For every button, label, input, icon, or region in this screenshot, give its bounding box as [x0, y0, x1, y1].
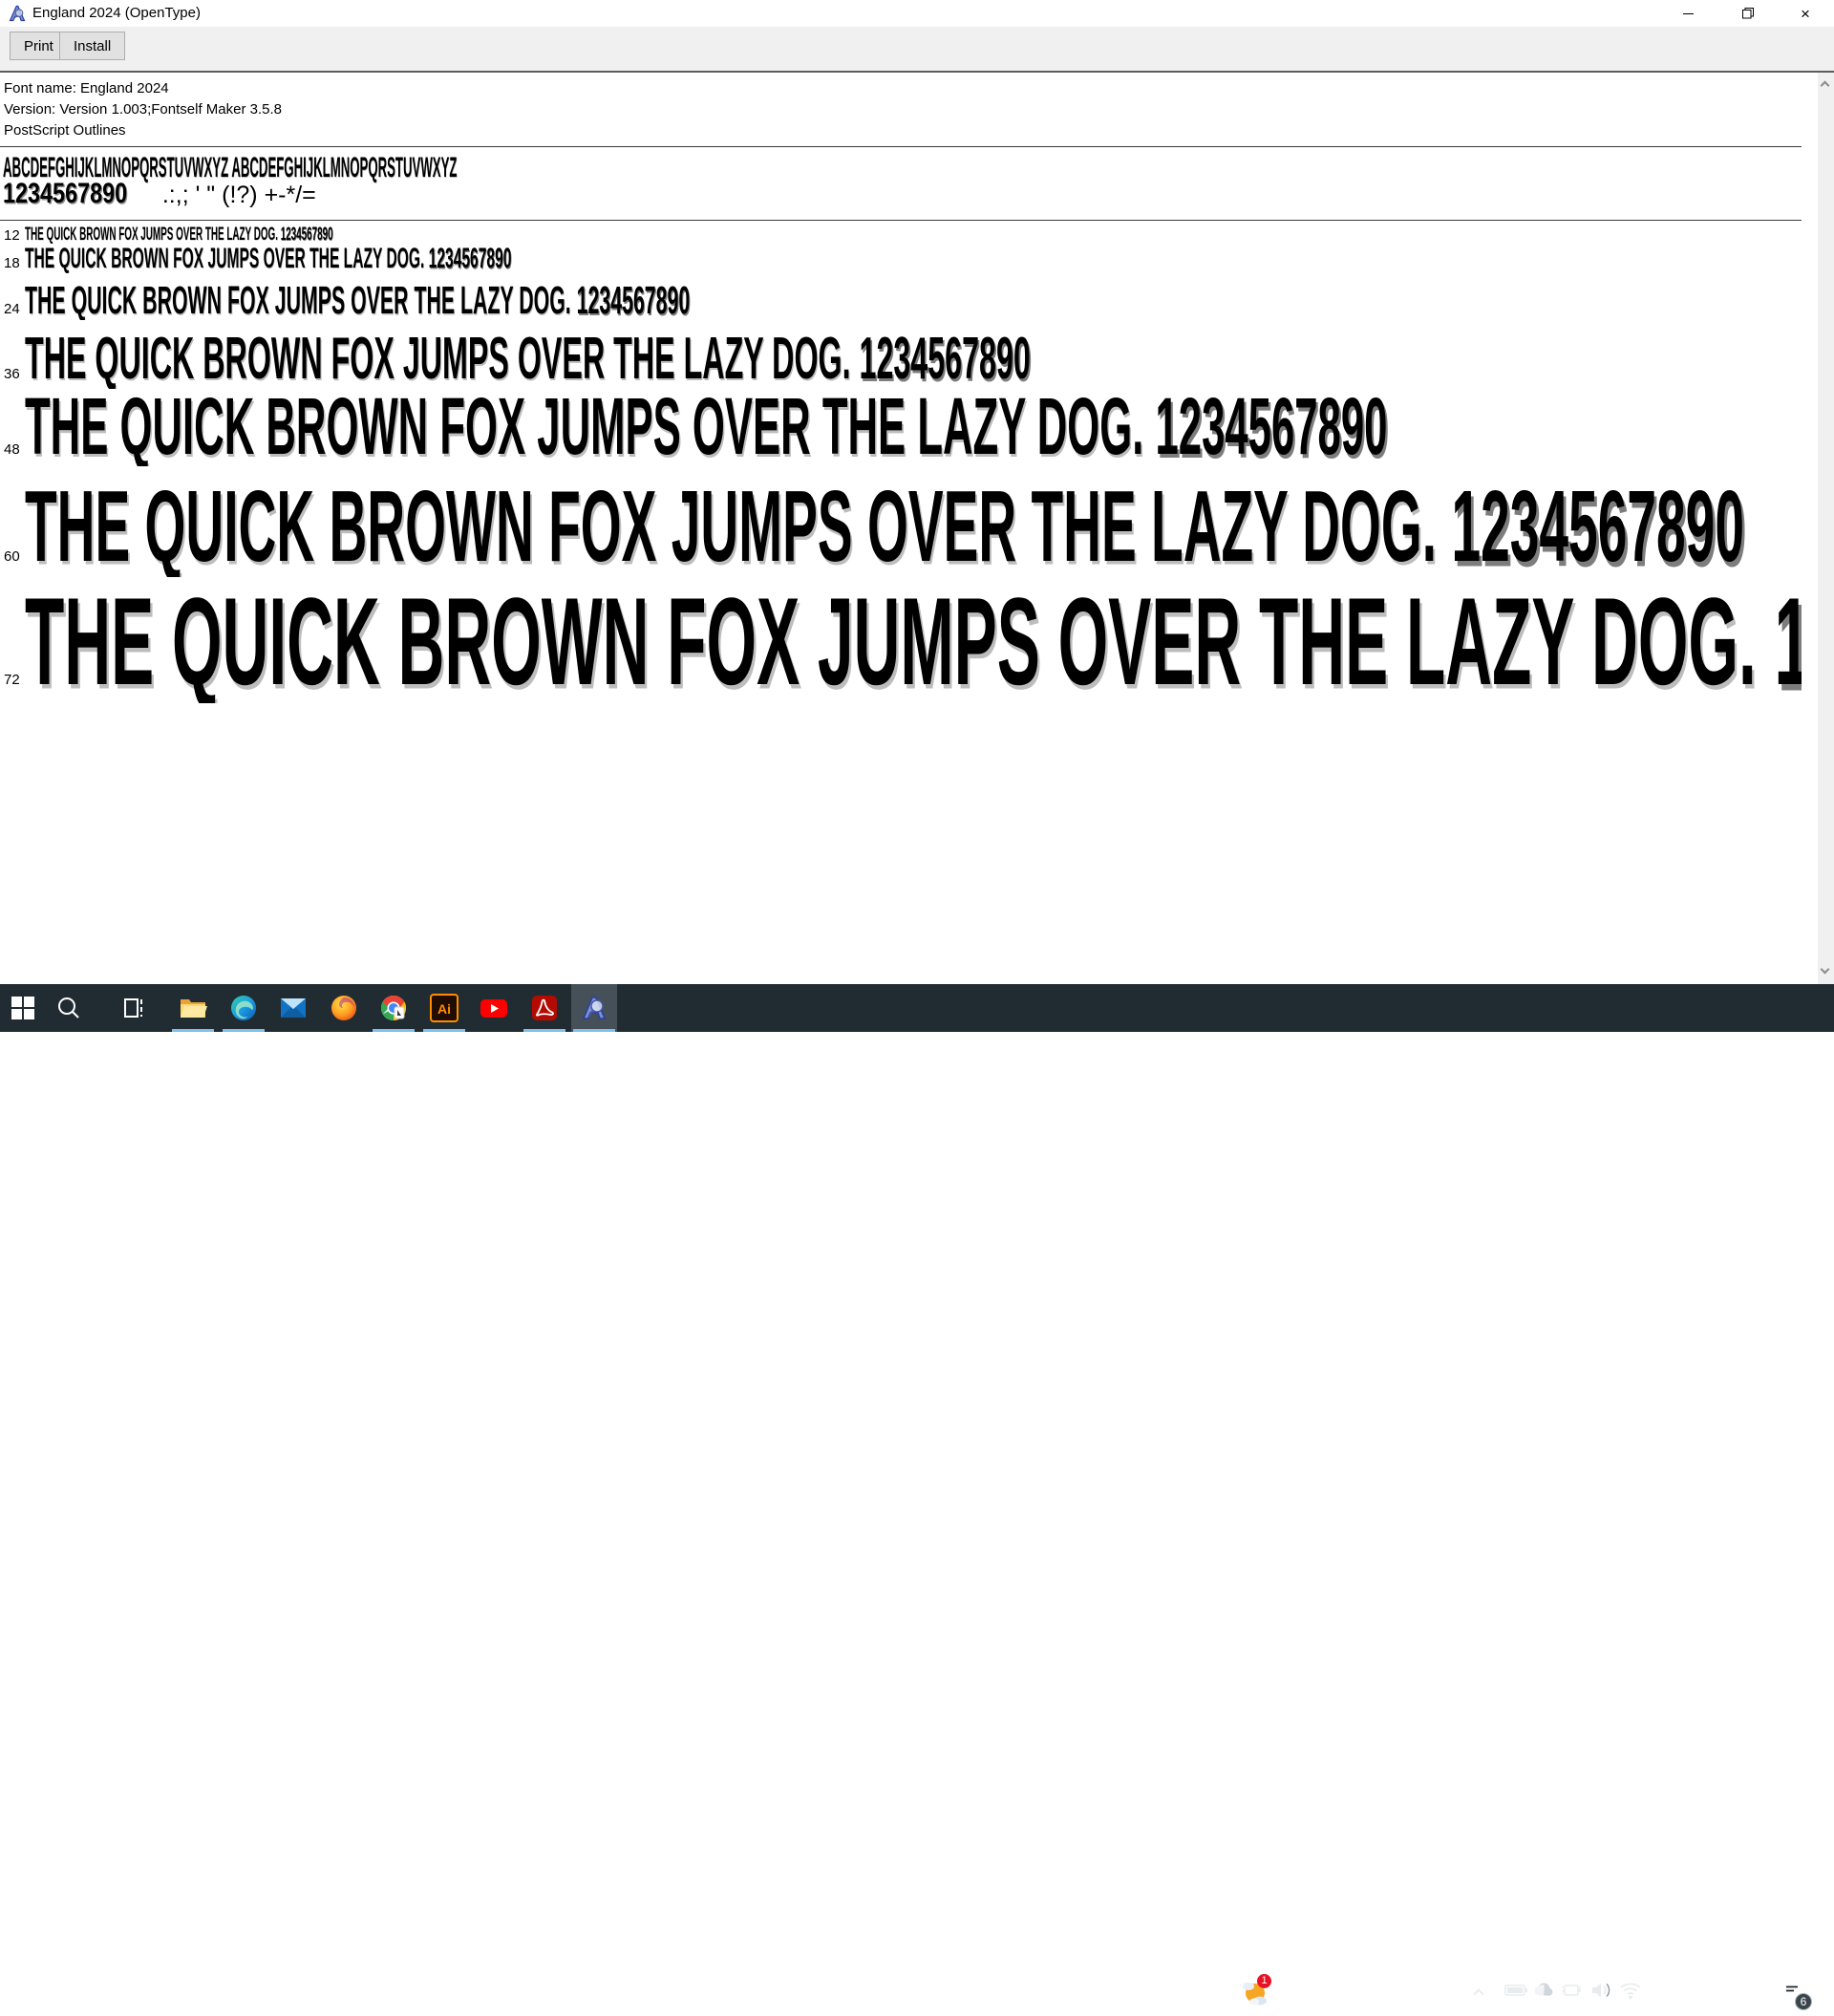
font-preview-area: Font name: England 2024 Version: Version… [0, 73, 1834, 984]
sample-text: THE QUICK BROWN FOX JUMPS OVER THE LAZY … [25, 245, 512, 273]
clock-widget[interactable]: 15:51 28/05/2024 [1689, 1972, 1767, 2012]
close-icon: × [1801, 4, 1810, 23]
size-label: 60 [4, 548, 20, 565]
sample-row-36: 36 THE QUICK BROWN FOX JUMPS OVER THE LA… [0, 330, 1802, 389]
taskbar: Ai 1 33°C Sebagian cerah ✎ 15:51 28/05/2… [0, 984, 1834, 2010]
phone-link-status[interactable] [1559, 1978, 1584, 2003]
sample-text: THE QUICK BROWN FOX JUMPS OVER THE LAZY … [25, 476, 1744, 577]
clock-date: 28/05/2024 [1692, 1994, 1764, 2010]
taskbar-app-acrobat[interactable] [522, 984, 567, 1032]
windows-logo-icon [11, 997, 34, 1019]
charset-digits-punct: 1234567890.:,; ' " (!?) +-*/= [3, 178, 316, 209]
taskbar-app-mail[interactable] [270, 984, 316, 1032]
restore-icon [1742, 8, 1754, 19]
sample-text: THE QUICK BROWN FOX JUMPS OVER THE LAZY … [25, 330, 1031, 389]
weather-description[interactable]: Sebagian cerah [1330, 1968, 1430, 2016]
title-bar: England 2024 (OpenType) × [0, 0, 1834, 27]
task-view-button[interactable] [111, 984, 157, 1032]
network-status[interactable] [1618, 1978, 1643, 2003]
scroll-up-icon[interactable] [1820, 80, 1830, 91]
pen-icon: ✎ [1658, 1982, 1674, 2002]
chrome-icon [380, 995, 407, 1021]
illustrator-icon: Ai [430, 994, 458, 1022]
sample-text: THE QUICK BROWN FOX JUMPS OVER THE LAZY … [25, 386, 1388, 466]
size-label: 36 [4, 366, 20, 382]
font-version-line: Version: Version 1.003;Fontself Maker 3.… [4, 101, 282, 118]
vertical-scrollbar[interactable] [1818, 73, 1834, 984]
sample-text: THE QUICK BROWN FOX JUMPS OVER THE LAZY … [25, 225, 333, 244]
sample-row-60: 60 THE QUICK BROWN FOX JUMPS OVER THE LA… [0, 476, 1802, 577]
font-viewer-icon [582, 997, 607, 1019]
size-label: 12 [4, 227, 20, 244]
weather-alert-badge: 1 [1257, 1974, 1271, 1988]
divider-line [0, 220, 1802, 221]
mail-icon [281, 998, 306, 1018]
sample-row-24: 24 THE QUICK BROWN FOX JUMPS OVER THE LA… [0, 281, 1802, 320]
taskbar-app-chrome[interactable] [371, 984, 416, 1032]
taskbar-app-illustrator[interactable]: Ai [421, 984, 467, 1032]
windows-ink-workspace[interactable]: ✎ [1658, 1968, 1673, 2016]
search-button[interactable] [46, 984, 92, 1032]
chevron-up-icon [1473, 1987, 1484, 2000]
svg-text:Ai: Ai [437, 1001, 451, 1017]
edge-icon [231, 996, 256, 1020]
taskbar-app-file-explorer[interactable] [170, 984, 216, 1032]
scroll-down-icon[interactable] [1820, 964, 1830, 976]
sample-row-12: 12 THE QUICK BROWN FOX JUMPS OVER THE LA… [0, 225, 1802, 244]
restore-button[interactable] [1726, 0, 1770, 27]
sample-row-72: 72 THE QUICK BROWN FOX JUMPS OVER THE LA… [0, 579, 1802, 703]
taskbar-app-font-viewer[interactable] [571, 984, 617, 1032]
firefox-icon [331, 996, 356, 1020]
sample-row-48: 48 THE QUICK BROWN FOX JUMPS OVER THE LA… [0, 386, 1802, 466]
size-label: 24 [4, 301, 20, 317]
taskbar-app-firefox[interactable] [321, 984, 367, 1032]
divider-line [0, 146, 1802, 147]
search-icon [58, 997, 79, 1019]
size-label: 72 [4, 672, 20, 688]
acrobat-icon [532, 996, 557, 1020]
phone-link-icon [1561, 1984, 1582, 1996]
task-view-icon [124, 998, 142, 1018]
taskbar-app-edge[interactable] [221, 984, 267, 1032]
onedrive-status[interactable] [1531, 1978, 1556, 2003]
font-name-line: Font name: England 2024 [4, 80, 169, 97]
notification-count-badge: 6 [1795, 1993, 1812, 2010]
font-viewer-icon [9, 5, 26, 22]
battery-icon [1504, 1984, 1527, 1996]
charset-uppercase: ABCDEFGHIJKLMNOPQRSTUVWXYZ ABCDEFGHIJKLM… [3, 152, 458, 183]
youtube-icon [480, 999, 507, 1018]
toolbar: Print Install [0, 27, 1834, 71]
weather-temperature[interactable]: 33°C [1280, 1968, 1312, 2016]
cloud-icon [1534, 1983, 1553, 1996]
sample-row-18: 18 THE QUICK BROWN FOX JUMPS OVER THE LA… [0, 245, 1802, 273]
close-button[interactable]: × [1783, 0, 1827, 27]
sample-text: THE QUICK BROWN FOX JUMPS OVER THE LAZY … [25, 579, 1802, 703]
wifi-icon [1620, 1983, 1641, 2000]
file-explorer-icon [181, 999, 207, 1018]
battery-status[interactable] [1503, 1978, 1528, 2003]
window-title: England 2024 (OpenType) [32, 5, 201, 21]
size-label: 18 [4, 255, 20, 271]
size-label: 48 [4, 441, 20, 458]
speaker-icon [1592, 1983, 1610, 1998]
minimize-icon [1682, 12, 1694, 14]
clock-time: 15:51 [1710, 1974, 1746, 1990]
font-outline-line: PostScript Outlines [4, 122, 126, 139]
minimize-button[interactable] [1666, 0, 1710, 27]
hidden-icons-button[interactable] [1473, 1987, 1484, 2000]
start-button[interactable] [0, 984, 46, 1032]
volume-control[interactable] [1589, 1978, 1613, 2003]
taskbar-app-youtube[interactable] [471, 984, 517, 1032]
install-button[interactable]: Install [59, 32, 126, 60]
sample-text: THE QUICK BROWN FOX JUMPS OVER THE LAZY … [25, 281, 691, 320]
